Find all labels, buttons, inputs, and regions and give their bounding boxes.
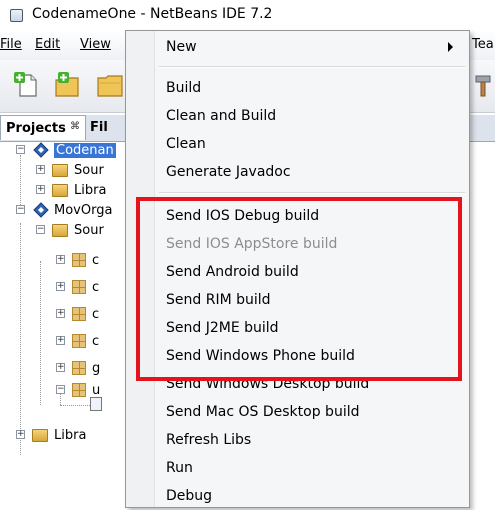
menu-item-send-mac-desktop[interactable]: Send Mac OS Desktop build	[126, 398, 469, 426]
menu-item-label: Refresh Libs	[166, 432, 252, 448]
menu-item-label: New	[166, 39, 197, 55]
menu-item-clean[interactable]: Clean	[126, 130, 469, 158]
expand-toggle[interactable]: +	[36, 165, 45, 174]
menu-edit[interactable]: Edit	[35, 37, 60, 52]
menu-item-run[interactable]: Run	[126, 454, 469, 482]
menu-item-new[interactable]: New	[126, 33, 469, 61]
menu-item-label: Clean	[166, 136, 206, 152]
expand-toggle[interactable]: +	[56, 363, 65, 372]
package-icon	[70, 333, 88, 349]
new-project-button[interactable]	[52, 70, 82, 100]
window-title: CodenameOne - NetBeans IDE 7.2	[32, 6, 273, 22]
tree-node-label: u	[92, 383, 101, 398]
tree-node-label: Sour	[74, 163, 104, 178]
menu-edit-label: Edit	[35, 37, 61, 52]
new-file-button[interactable]	[12, 70, 42, 100]
menu-file[interactable]: File	[0, 37, 22, 52]
tree-node-label: Codenan	[54, 143, 116, 158]
menu-item-label: Send Mac OS Desktop build	[166, 404, 360, 420]
tree-node-label: Libra	[74, 183, 107, 198]
collapse-toggle[interactable]: −	[16, 205, 25, 214]
collapse-toggle[interactable]: −	[36, 225, 45, 234]
tree-node-label: c	[92, 280, 100, 295]
package-icon	[70, 360, 88, 376]
tab-projects[interactable]: Projects ⌘	[0, 115, 86, 140]
expand-toggle[interactable]: +	[36, 185, 45, 194]
menu-item-refresh-libs[interactable]: Refresh Libs	[126, 426, 469, 454]
menu-item-label: Run	[166, 460, 193, 476]
tree-node-label: c	[92, 307, 100, 322]
tree-connector	[20, 223, 21, 455]
package-icon	[70, 306, 88, 322]
file-icon	[90, 397, 102, 411]
menu-view[interactable]: View	[80, 37, 111, 52]
package-icon	[70, 382, 88, 398]
expand-toggle[interactable]: +	[16, 430, 25, 439]
menu-item-build[interactable]: Build	[126, 74, 469, 102]
menu-team-partial[interactable]: Tea	[472, 37, 494, 52]
menu-item-clean-and-build[interactable]: Clean and Build	[126, 102, 469, 130]
menu-item-label: Generate Javadoc	[166, 164, 291, 180]
folder-icon	[52, 182, 70, 198]
menu-item-label: Build	[166, 80, 202, 96]
package-icon	[70, 279, 88, 295]
open-project-icon	[97, 75, 123, 97]
menu-item-label: Clean and Build	[166, 108, 277, 124]
package-icon	[70, 252, 88, 268]
tree-connector	[40, 261, 41, 405]
tree-node-label: g	[92, 361, 101, 376]
menu-separator	[159, 192, 465, 194]
tab-files[interactable]: Fil	[90, 120, 108, 135]
tree-connector	[60, 405, 90, 406]
menu-file-label: File	[0, 37, 22, 52]
build-hammer-icon	[475, 75, 491, 97]
tree-node-label: Libra	[54, 428, 87, 443]
title-bar: CodenameOne - NetBeans IDE 7.2	[0, 0, 495, 30]
expand-toggle[interactable]: +	[56, 282, 65, 291]
folder-icon	[32, 427, 50, 443]
highlight-box	[136, 197, 462, 381]
menu-item-generate-javadoc[interactable]: Generate Javadoc	[126, 158, 469, 186]
build-button[interactable]	[470, 70, 495, 100]
expand-toggle[interactable]: +	[56, 255, 65, 264]
project-icon	[32, 142, 50, 158]
tree-node-label: c	[92, 253, 100, 268]
tab-close-icon[interactable]: ⌘	[70, 121, 80, 132]
expand-toggle[interactable]: +	[56, 309, 65, 318]
folder-icon	[52, 222, 70, 238]
open-project-button[interactable]	[92, 70, 125, 100]
collapse-toggle[interactable]: −	[16, 145, 25, 154]
project-icon	[32, 202, 50, 218]
new-file-icon	[14, 72, 37, 97]
new-project-icon	[55, 72, 79, 97]
tree-connector	[20, 155, 21, 209]
tab-projects-label: Projects	[6, 121, 66, 136]
app-window-icon	[10, 9, 23, 22]
expand-toggle[interactable]: +	[56, 336, 65, 345]
tree-node-label: Sour	[74, 223, 104, 238]
submenu-arrow-icon	[448, 42, 453, 52]
collapse-toggle[interactable]: −	[56, 385, 65, 394]
menu-view-label: View	[80, 37, 111, 52]
menu-item-debug[interactable]: Debug	[126, 482, 469, 510]
tree-node-label: MovOrga	[54, 203, 113, 218]
menu-item-label: Debug	[166, 488, 213, 504]
tree-node-label: c	[92, 334, 100, 349]
folder-icon	[52, 162, 70, 178]
menu-separator	[159, 66, 465, 68]
